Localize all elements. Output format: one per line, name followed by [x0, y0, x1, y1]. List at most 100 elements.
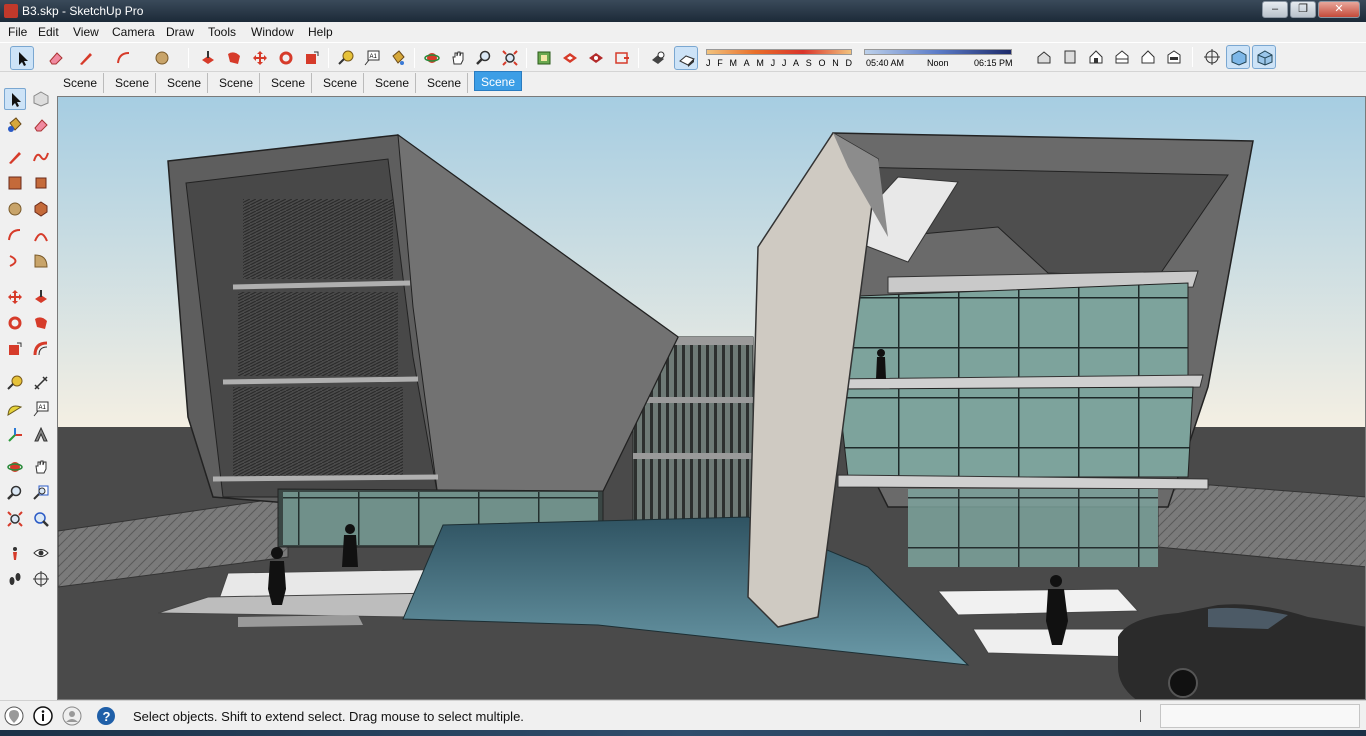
position-camera-button[interactable]: [1200, 45, 1224, 69]
freehand-tool[interactable]: [30, 146, 52, 168]
zoom-extents-button[interactable]: [498, 46, 522, 70]
pan-tool-button[interactable]: [446, 46, 470, 70]
instructor-button[interactable]: ?: [96, 706, 116, 726]
zoom-tool[interactable]: [4, 482, 26, 504]
tab-scene-4[interactable]: Scene 4: [213, 73, 261, 110]
3d-text-tool[interactable]: [30, 424, 52, 446]
pan-tool[interactable]: [30, 456, 52, 478]
eraser-tool[interactable]: [30, 114, 52, 136]
tab-scene-9[interactable]: Scene 9: [421, 73, 469, 110]
shadow-settings-button[interactable]: [646, 46, 670, 70]
close-button[interactable]: ✕: [1318, 1, 1360, 18]
share-component-button[interactable]: [584, 46, 608, 70]
circle-tool-button[interactable]: [150, 46, 174, 70]
tab-scene-3[interactable]: Scene 3: [161, 73, 209, 110]
look-around-tool[interactable]: [30, 542, 52, 564]
arc-tool-button[interactable]: [112, 46, 136, 70]
tab-scene-1[interactable]: Scene 1: [57, 73, 105, 110]
left-view-button[interactable]: [1162, 45, 1186, 69]
menu-file[interactable]: File: [8, 25, 27, 39]
pie-tool[interactable]: [30, 250, 52, 272]
paint-bucket-tool[interactable]: [4, 114, 26, 136]
back-view-button[interactable]: [1136, 45, 1160, 69]
sign-in-button[interactable]: [62, 706, 82, 726]
right-view-button[interactable]: [1110, 45, 1134, 69]
line-tool[interactable]: [4, 146, 26, 168]
geo-location-button[interactable]: [4, 706, 24, 726]
zoom-tool-button[interactable]: [472, 46, 496, 70]
time-slider-track[interactable]: [864, 49, 1012, 55]
warehouse-button[interactable]: [532, 46, 556, 70]
push-pull-tool[interactable]: [30, 286, 52, 308]
menu-draw[interactable]: Draw: [166, 25, 194, 39]
position-camera-tool[interactable]: [4, 542, 26, 564]
orbit-tool-button[interactable]: [420, 46, 444, 70]
tape-measure-button[interactable]: [334, 46, 358, 70]
back-edges-toggle[interactable]: [1252, 45, 1276, 69]
text-tool-button[interactable]: A1: [360, 46, 384, 70]
protractor-icon: [7, 405, 23, 416]
tab-scene-6[interactable]: Scene 6: [369, 73, 417, 110]
display-shadows-toggle[interactable]: [674, 46, 698, 70]
menu-window[interactable]: Window: [251, 25, 294, 39]
rotate-tool[interactable]: [4, 312, 26, 334]
menu-camera[interactable]: Camera: [112, 25, 155, 39]
push-pull-button[interactable]: [196, 46, 220, 70]
two-point-arc-tool[interactable]: [30, 224, 52, 246]
line-tool-button[interactable]: [74, 46, 98, 70]
section-plane-tool[interactable]: [30, 568, 52, 590]
rectangle-tool[interactable]: [4, 172, 26, 194]
select-tool[interactable]: [4, 88, 26, 110]
walk-tool[interactable]: [4, 568, 26, 590]
polygon-tool[interactable]: [30, 198, 52, 220]
protractor-tool[interactable]: [4, 398, 26, 420]
tape-measure-tool[interactable]: [4, 372, 26, 394]
credits-button[interactable]: [33, 706, 53, 726]
menu-edit[interactable]: Edit: [38, 25, 59, 39]
measurements-box[interactable]: [1160, 704, 1360, 728]
maximize-button[interactable]: ❐: [1290, 1, 1316, 18]
select-tool-button[interactable]: [10, 46, 34, 70]
3d-text-icon: [34, 427, 48, 442]
arc-tool[interactable]: [4, 224, 26, 246]
month-slider-track[interactable]: [706, 49, 852, 55]
top-view-button[interactable]: [1058, 45, 1082, 69]
move-tool[interactable]: [4, 286, 26, 308]
eraser-tool-button[interactable]: [44, 46, 68, 70]
minimize-button[interactable]: –: [1262, 1, 1288, 18]
make-component-tool[interactable]: [30, 88, 52, 110]
tab-scene-5[interactable]: Scene 5: [265, 73, 313, 110]
text-tool[interactable]: A1: [30, 398, 52, 420]
previous-view-tool[interactable]: [30, 508, 52, 530]
rotated-rectangle-tool[interactable]: [30, 172, 52, 194]
front-view-button[interactable]: [1084, 45, 1108, 69]
offset-tool[interactable]: [30, 338, 52, 360]
scale-tool-button[interactable]: [300, 46, 324, 70]
paint-bucket-button[interactable]: [386, 46, 410, 70]
axes-tool[interactable]: [4, 424, 26, 446]
share-model-button[interactable]: [558, 46, 582, 70]
shadow-time-slider[interactable]: 05:40 AM Noon 06:15 PM: [864, 46, 1014, 70]
three-point-arc-tool[interactable]: [4, 250, 26, 272]
extension-warehouse-button[interactable]: [610, 46, 634, 70]
follow-me-button[interactable]: [222, 46, 246, 70]
xray-toggle[interactable]: [1226, 45, 1250, 69]
menu-help[interactable]: Help: [308, 25, 333, 39]
move-tool-button[interactable]: [248, 46, 272, 70]
menu-tools[interactable]: Tools: [208, 25, 236, 39]
circle-tool[interactable]: [4, 198, 26, 220]
tab-scene-7[interactable]: Scene 7: [474, 71, 523, 109]
follow-me-tool[interactable]: [30, 312, 52, 334]
menu-view[interactable]: View: [73, 25, 99, 39]
scale-tool[interactable]: [4, 338, 26, 360]
rotate-tool-button[interactable]: [274, 46, 298, 70]
orbit-tool[interactable]: [4, 456, 26, 478]
model-viewport[interactable]: [57, 96, 1366, 700]
shadow-month-slider[interactable]: J F M A M J J A S O N D: [706, 46, 852, 70]
iso-view-button[interactable]: [1032, 45, 1056, 69]
tab-scene-8[interactable]: Scene 8: [317, 73, 365, 110]
dimension-tool[interactable]: [30, 372, 52, 394]
zoom-extents-tool[interactable]: [4, 508, 26, 530]
zoom-window-tool[interactable]: [30, 482, 52, 504]
tab-scene-2[interactable]: Scene 2: [109, 73, 157, 110]
